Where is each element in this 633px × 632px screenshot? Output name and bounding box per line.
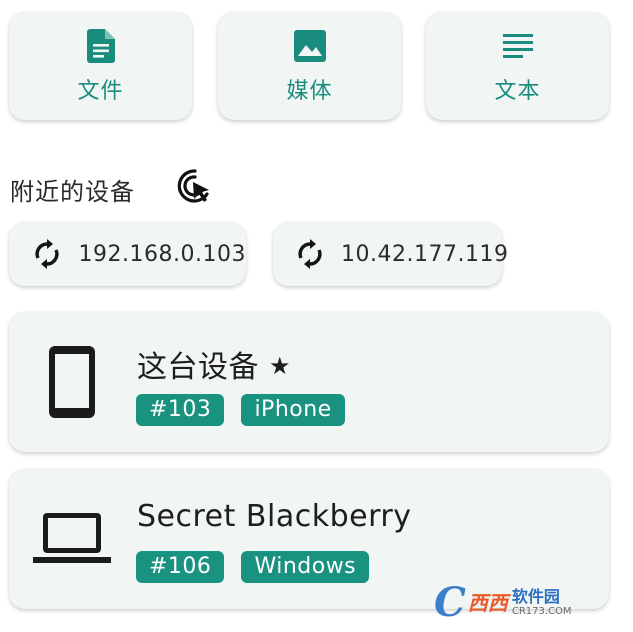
device-id-tag: #106 [136,551,225,583]
device-card-this-device[interactable]: 这台设备 ★ #103 iPhone [9,312,609,452]
nearby-devices-title: 附近的设备 [10,178,135,206]
watermark-soft: 软件园 [511,587,560,606]
file-icon [84,29,118,63]
ip-address: 192.168.0.103 [78,241,246,267]
send-media-label: 媒体 [286,79,333,104]
send-file-label: 文件 [77,79,124,104]
image-icon [293,29,327,63]
watermark-brand: 西西 [467,591,508,615]
ip-address: 10.42.177.119 [341,241,509,267]
send-file-button[interactable]: 文件 [9,12,192,120]
sync-icon [31,236,63,272]
sync-icon [295,236,325,272]
device-type-tag: Windows [241,551,370,583]
watermark-logo: C 西西 软件园 CR173.COM [434,581,614,625]
device-tags: #103 iPhone [136,394,345,426]
phone-icon [49,346,95,418]
watermark-letter: C [434,579,466,626]
laptop-icon [33,513,111,565]
scan-cursor-icon [177,168,213,208]
device-name: 这台设备 ★ [137,350,292,385]
ip-chip[interactable]: 10.42.177.119 [273,222,508,286]
text-icon [501,29,535,63]
device-tags: #106 Windows [136,551,370,583]
watermark-url: CR173.COM [511,606,572,617]
ip-chip[interactable]: 192.168.0.103 [9,222,246,286]
favorite-star-icon: ★ [269,352,292,380]
send-text-button[interactable]: 文本 [426,12,609,120]
device-name: Secret Blackberry [137,499,412,534]
device-id-tag: #103 [136,394,225,426]
send-media-button[interactable]: 媒体 [218,12,401,120]
device-type-tag: iPhone [241,394,345,426]
scan-button[interactable] [174,168,216,208]
send-text-label: 文本 [494,79,541,104]
